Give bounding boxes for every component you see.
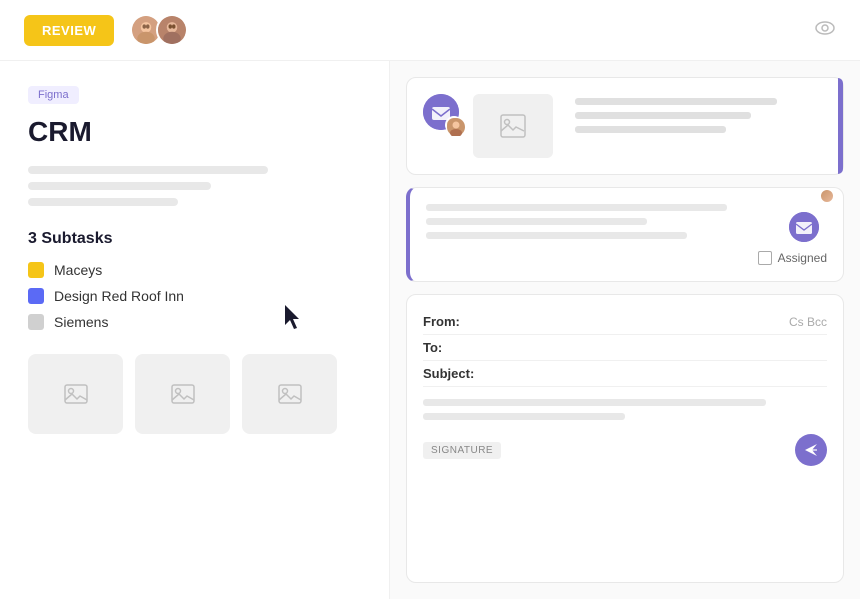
figma-badge: Figma [28, 86, 79, 104]
compose-subject-label: Subject: [423, 366, 483, 381]
assigned-checkbox[interactable] [758, 251, 772, 265]
subtask-icon-yellow [28, 262, 44, 278]
assigned-row: Assigned [426, 251, 827, 265]
subtask-item-maceys[interactable]: Maceys [28, 262, 361, 278]
bottom-line-3 [426, 232, 687, 239]
main-content: Figma CRM 3 Subtasks Maceys Design Red R… [0, 61, 860, 599]
subtask-icon-blue [28, 288, 44, 304]
send-button[interactable] [795, 434, 827, 466]
email-card-content [423, 94, 827, 158]
image-thumb-2[interactable] [135, 354, 230, 434]
bottom-line-1 [426, 204, 727, 211]
preview-line-3 [575, 126, 726, 133]
bottom-line-2 [426, 218, 647, 225]
subtask-list: Maceys Design Red Roof Inn Siemens [28, 262, 361, 330]
assigned-label: Assigned [778, 251, 827, 265]
compose-cc-bcc[interactable]: Cs Bcc [789, 315, 827, 329]
top-bar-left: REVIEW [24, 14, 188, 46]
subtask-label-redroof: Design Red Roof Inn [54, 288, 184, 304]
preview-line-2 [575, 112, 751, 119]
corner-envelope-avatar [789, 212, 819, 242]
email-avatar-container [423, 94, 459, 130]
left-panel: Figma CRM 3 Subtasks Maceys Design Red R… [0, 61, 390, 599]
compose-to-label: To: [423, 340, 483, 355]
card-accent-right [838, 78, 843, 174]
subtask-label-maceys: Maceys [54, 262, 102, 278]
compose-from-label: From: [423, 314, 483, 329]
avatar-2 [156, 14, 188, 46]
email-avatar-person [445, 116, 463, 134]
top-bar: REVIEW [0, 0, 860, 61]
right-panel: Assigned From: Cs Bcc T [390, 61, 860, 599]
preview-line-1 [575, 98, 777, 105]
compose-body[interactable] [423, 399, 827, 420]
description-lines [28, 166, 361, 206]
desc-line-1 [28, 166, 268, 174]
subtask-label-siemens: Siemens [54, 314, 108, 330]
email-preview-content [473, 94, 827, 158]
compose-footer: SIGNATURE [423, 434, 827, 466]
avatars-group [130, 14, 188, 46]
bottom-lines [426, 204, 827, 239]
corner-person-avatar [819, 188, 835, 204]
subtasks-title: 3 Subtasks [28, 230, 361, 248]
compose-area: From: Cs Bcc To: Subject: SIGNATURE [406, 294, 844, 583]
image-thumb-3[interactable] [242, 354, 337, 434]
desc-line-2 [28, 182, 211, 190]
crm-title: CRM [28, 116, 361, 148]
desc-line-3 [28, 198, 178, 206]
compose-body-line-1 [423, 399, 766, 406]
review-button[interactable]: REVIEW [24, 15, 114, 46]
signature-badge: SIGNATURE [423, 442, 501, 459]
email-card-bottom: Assigned [406, 187, 844, 282]
email-card-top [406, 77, 844, 175]
subtask-item-siemens[interactable]: Siemens [28, 314, 361, 330]
email-preview-lines [575, 94, 827, 140]
compose-to-field[interactable]: To: [423, 335, 827, 361]
avatar-image-2 [158, 16, 186, 44]
compose-from-field[interactable]: From: Cs Bcc [423, 309, 827, 335]
compose-subject-field[interactable]: Subject: [423, 361, 827, 387]
image-grid [28, 354, 361, 434]
subtask-icon-gray [28, 314, 44, 330]
image-thumb-1[interactable] [28, 354, 123, 434]
compose-body-line-2 [423, 413, 625, 420]
eye-icon[interactable] [814, 17, 836, 44]
email-preview-image [473, 94, 553, 158]
subtask-item-redroof[interactable]: Design Red Roof Inn [28, 288, 361, 304]
